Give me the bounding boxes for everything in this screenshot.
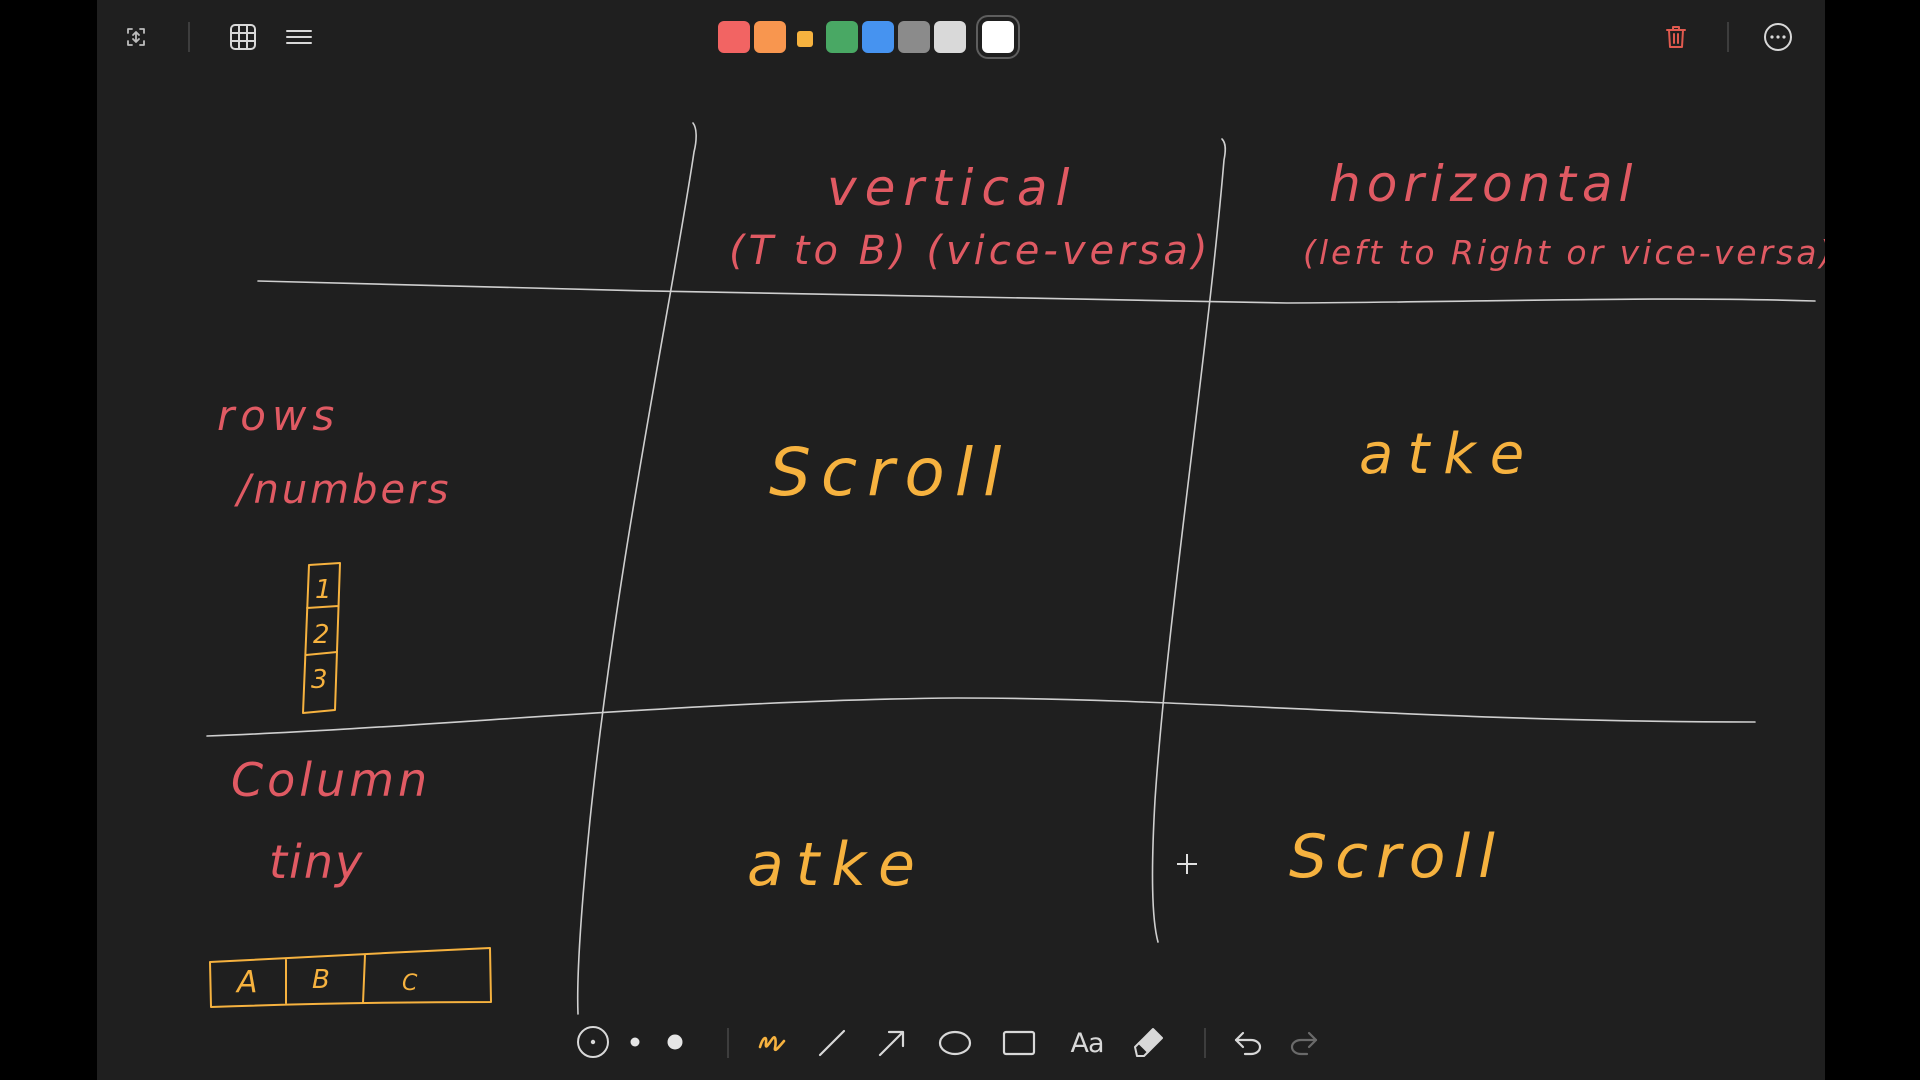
row-label-column: Column [231, 753, 431, 807]
color-swatch[interactable] [862, 21, 894, 53]
rectangle-icon[interactable] [1000, 1026, 1038, 1060]
eraser-icon[interactable] [1131, 1024, 1167, 1060]
menu-lines-icon[interactable] [283, 21, 315, 53]
color-swatch[interactable] [934, 21, 966, 53]
trash-icon[interactable] [1661, 22, 1691, 52]
cell-r1-vertical: Scroll [769, 434, 1011, 511]
cell-texts: Scroll atke atke Scroll [747, 422, 1538, 900]
grid-line-middle-horizontal [206, 697, 1756, 737]
header-horizontal: horizontal [1329, 155, 1638, 213]
fullscreen-toggle-icon[interactable] [121, 22, 151, 52]
toolbar-divider [1727, 22, 1729, 52]
whiteboard-app: vertical (T to B) (vice-versa) horizonta… [97, 0, 1825, 1080]
color-swatch[interactable] [797, 31, 813, 47]
grid-icon[interactable] [227, 21, 259, 53]
toolbar-divider [1204, 1028, 1206, 1058]
color-swatch[interactable] [826, 21, 858, 53]
crosshair-cursor [1177, 854, 1197, 874]
grid-line-left-vertical [576, 122, 697, 1015]
header-vertical-sub: (T to B) (vice-versa) [729, 228, 1212, 274]
color-swatch[interactable] [754, 21, 786, 53]
top-toolbar [97, 0, 1825, 74]
cell-r2-vertical: atke [747, 830, 927, 900]
letter-cell: C [402, 971, 418, 996]
row-label-numbers: /numbers [234, 467, 451, 513]
number-cell: 2 [313, 620, 330, 650]
header-texts: vertical (T to B) (vice-versa) horizonta… [729, 155, 1825, 274]
grid-line-header-horizontal [257, 280, 1816, 304]
header-vertical: vertical [827, 159, 1077, 217]
color-swatch[interactable] [718, 21, 750, 53]
small-dot-icon[interactable] [623, 1030, 647, 1054]
toolbar-divider [188, 22, 190, 52]
large-dot-icon[interactable] [661, 1028, 689, 1056]
bottom-toolbar: Aa [97, 1004, 1825, 1078]
color-swatch[interactable] [982, 21, 1014, 53]
header-horizontal-sub: (left to Right or vice-versa) [1303, 233, 1825, 272]
number-cell: 3 [311, 665, 328, 695]
toolbar-divider [727, 1028, 729, 1058]
cell-r1-horizontal: atke [1359, 422, 1538, 487]
drawing-canvas[interactable]: vertical (T to B) (vice-versa) horizonta… [97, 0, 1825, 1080]
row-labels: rows /numbers Column tiny [217, 391, 451, 889]
more-options-icon[interactable] [1761, 20, 1795, 54]
line-icon[interactable] [815, 1026, 849, 1060]
text-tool-icon[interactable]: Aa [1065, 1026, 1109, 1060]
number-column-sketch: 1 2 3 [302, 562, 341, 714]
cell-r2-horizontal: Scroll [1289, 822, 1503, 892]
ellipse-icon[interactable] [935, 1026, 975, 1060]
redo-icon[interactable] [1287, 1026, 1321, 1060]
arrow-icon[interactable] [875, 1026, 909, 1060]
letter-row-sketch: A B C [209, 947, 492, 1008]
pen-icon[interactable] [755, 1026, 789, 1060]
row-label-tiny: tiny [269, 835, 364, 889]
letter-cell: B [312, 965, 330, 995]
color-swatch[interactable] [898, 21, 930, 53]
number-cell: 1 [315, 575, 332, 605]
letter-cell: A [235, 965, 258, 1000]
laser-pointer-icon[interactable] [575, 1024, 611, 1060]
undo-icon[interactable] [1231, 1026, 1265, 1060]
row-label-rows: rows [217, 391, 340, 440]
